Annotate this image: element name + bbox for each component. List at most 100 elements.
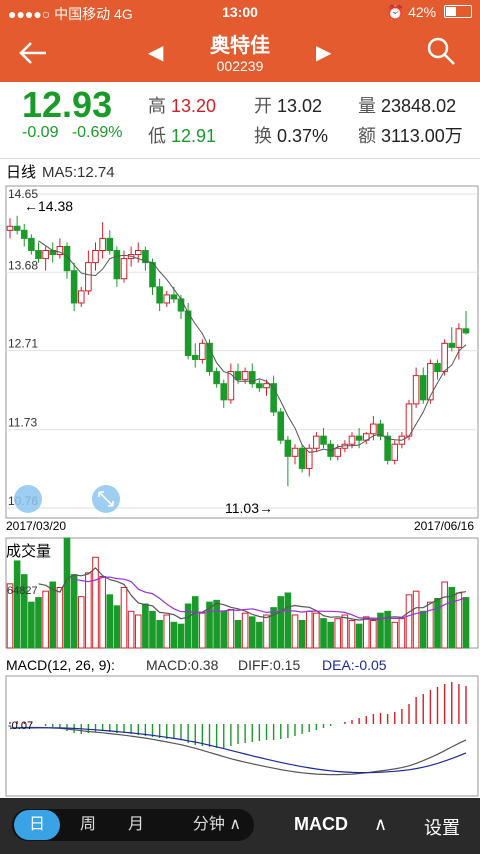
change-value: -0.09 [22, 124, 59, 141]
macd-frame [5, 675, 479, 797]
kline-frame [5, 185, 479, 519]
battery-status: ⏰ 42% [387, 4, 472, 21]
high-value: 13.20 [171, 96, 217, 116]
volume-bar [277, 596, 285, 649]
candle-body [156, 286, 163, 304]
date-start: 2017/03/20 [6, 519, 66, 533]
bottom-toolbar: 日 周 月 分钟 ∧ MACD ∧ 设置 [0, 798, 480, 854]
volume-bar [163, 614, 171, 649]
indicator-arrow-icon[interactable]: ∧ [374, 814, 387, 835]
candle-body [170, 294, 178, 300]
candle-body [213, 371, 220, 385]
candle-body [177, 298, 185, 312]
macd-value: MACD:0.38 [146, 657, 219, 673]
volume-bar [220, 610, 228, 649]
volume-bar [298, 620, 306, 649]
volume-bar [85, 572, 92, 649]
volume-scale: 64827 [7, 585, 38, 597]
chart-area[interactable]: 日线 MA5:12.74 14.6513.6812.7111.7310.76 ←… [0, 158, 480, 798]
amount-label: 额 [358, 126, 376, 146]
volume-bar [113, 605, 121, 649]
candle-body [391, 443, 399, 461]
volume-value: 23848.02 [381, 96, 457, 116]
candle-body [6, 225, 14, 231]
volume-bar [99, 576, 106, 649]
volume-bar [348, 620, 356, 649]
settings-button[interactable]: 设置 [424, 814, 460, 840]
battery-percent: 42% [408, 4, 437, 20]
volume-bar [327, 621, 334, 649]
volume-bar [334, 618, 342, 649]
candle-body [291, 447, 299, 457]
candle-body [284, 439, 292, 457]
alarm-icon: ⏰ [386, 4, 405, 20]
turnover-label: 换 [254, 126, 272, 146]
tab-month[interactable]: 月 [116, 809, 156, 841]
max-price-label: ←14.38 [24, 198, 73, 214]
volume-bar [256, 621, 263, 649]
candle-body [462, 328, 470, 334]
candle-body [134, 250, 142, 256]
candle-body [70, 270, 78, 304]
volume-bar [127, 610, 135, 649]
volume-bar [134, 614, 142, 649]
high-label: 高 [148, 96, 166, 116]
battery-icon [444, 5, 472, 18]
volume-bar [355, 623, 363, 649]
volume-bar [42, 590, 49, 649]
volume-row: 量 23848.02 [358, 92, 456, 118]
candle-body [320, 435, 327, 445]
indicator-button[interactable]: MACD [294, 814, 348, 835]
volume-bar [120, 587, 128, 649]
last-price: 12.93 [22, 84, 113, 125]
volume-bar [320, 618, 327, 649]
candle-body [334, 447, 342, 457]
volume-bar [35, 597, 42, 649]
candle-body [305, 447, 313, 469]
volume-bar [434, 598, 441, 649]
price-tick: 12.71 [8, 337, 38, 351]
candle-body [248, 371, 256, 385]
volume-bar [49, 581, 57, 649]
volume-bar [77, 596, 85, 649]
macd-scale: -0.07 [8, 720, 33, 732]
shrink-icon[interactable] [14, 485, 42, 513]
volume-bar [441, 581, 448, 649]
tab-day[interactable]: 日 [14, 810, 60, 840]
volume-bar [462, 597, 470, 649]
amount-row: 额 3113.00万 [358, 122, 463, 148]
volume-bar [341, 614, 349, 649]
candle-body [256, 383, 263, 389]
volume-bar [391, 621, 399, 649]
change-percent: -0.69% [71, 124, 123, 141]
volume-bar [177, 623, 185, 649]
stock-chart[interactable]: 日线 MA5:12.74 14.6513.6812.7111.7310.76 ←… [0, 158, 480, 798]
volume-bar [213, 599, 220, 649]
stock-code: 002239 [216, 58, 264, 74]
search-icon[interactable] [426, 36, 456, 66]
price-tick: 11.73 [8, 416, 37, 430]
volume-bar [184, 603, 192, 649]
tab-minute[interactable]: 分钟 ∧ [182, 809, 252, 841]
candle-body [277, 411, 285, 441]
candle-body [298, 447, 306, 469]
candle-body [220, 383, 228, 401]
volume-bar [362, 616, 370, 649]
candle-body [191, 354, 199, 360]
volume-bar [28, 601, 35, 649]
next-stock-icon[interactable]: ▶ [316, 40, 331, 65]
candle-body [241, 371, 249, 381]
volume-bar [427, 601, 434, 649]
candle-body [99, 237, 106, 252]
candle-body [113, 250, 121, 280]
volume-bar [142, 603, 149, 649]
volume-bar [70, 574, 78, 649]
candle-body [370, 423, 377, 435]
candle-body [20, 229, 28, 239]
status-bar: ●●●●○ 中国移动 4G 13:00 ⏰ 42% [0, 0, 480, 24]
quote-panel: 12.93 -0.09 -0.69% 高 13.20 低 12.91 开 13.… [0, 82, 480, 159]
low-label: 低 [148, 126, 166, 146]
tab-week[interactable]: 周 [68, 809, 108, 841]
volume-bar [405, 594, 413, 649]
volume-label: 量 [358, 96, 376, 116]
